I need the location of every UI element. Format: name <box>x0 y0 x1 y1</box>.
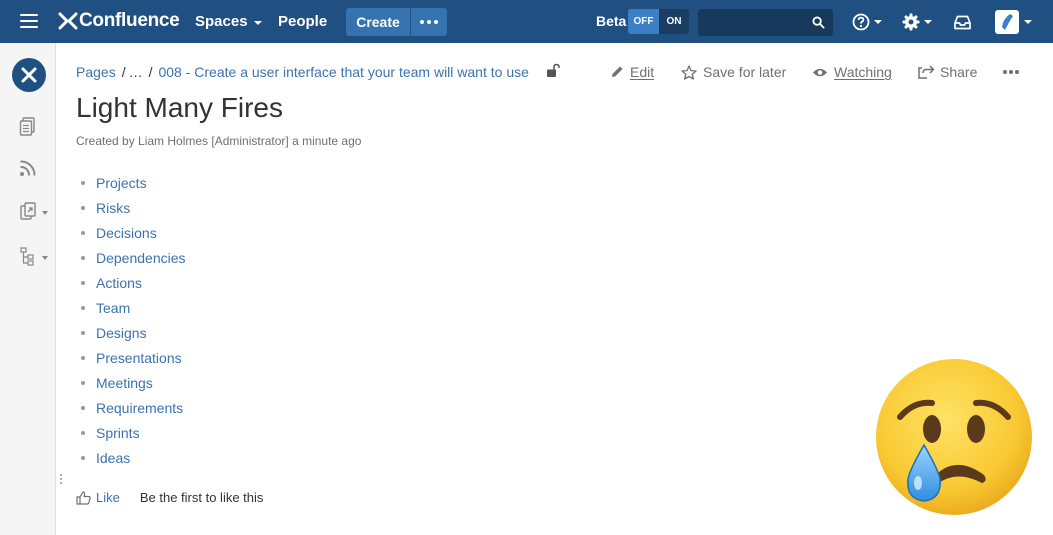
more-icon <box>1003 70 1007 74</box>
edit-button[interactable]: Edit <box>610 64 654 80</box>
search-box[interactable] <box>698 9 833 36</box>
breadcrumb-separator: / <box>148 64 153 80</box>
crying-face-emoji <box>876 359 1032 515</box>
link-actions[interactable]: Actions <box>96 275 142 291</box>
page-more-actions-button[interactable] <box>1003 70 1021 74</box>
link-risks[interactable]: Risks <box>96 200 130 216</box>
more-icon <box>420 20 424 24</box>
share-button[interactable]: Share <box>918 64 977 80</box>
edit-label: Edit <box>630 64 655 80</box>
chevron-down-icon <box>253 20 262 25</box>
notifications-icon <box>954 15 971 29</box>
list-item: Meetings <box>76 370 186 395</box>
thumbs-up-icon <box>76 490 91 505</box>
chevron-down-icon[interactable] <box>1024 20 1032 24</box>
list-item: Risks <box>76 195 186 220</box>
watching-label: Watching <box>834 64 892 80</box>
chevron-down-icon <box>924 20 932 24</box>
list-item: Designs <box>76 320 186 345</box>
link-meetings[interactable]: Meetings <box>96 375 153 391</box>
spaces-menu[interactable]: Spaces <box>195 13 262 30</box>
sidebar-resize-handle[interactable] <box>60 474 63 488</box>
page-byline: Created by Liam Holmes [Administrator] a… <box>76 134 362 148</box>
logo-text: Confluence <box>79 10 180 31</box>
shortcuts-icon[interactable] <box>18 201 38 221</box>
spaces-label: Spaces <box>195 13 248 30</box>
breadcrumb-pages-link[interactable]: Pages <box>76 64 116 80</box>
user-avatar-icon <box>1002 14 1013 30</box>
settings-menu[interactable] <box>902 11 932 33</box>
sidebar <box>0 43 56 535</box>
space-logo-icon <box>21 67 37 83</box>
pages-icon[interactable] <box>18 116 38 136</box>
user-avatar[interactable] <box>995 10 1019 34</box>
beta-label: Beta <box>596 13 627 29</box>
chevron-down-icon[interactable] <box>42 256 48 260</box>
pencil-icon <box>612 66 623 77</box>
help-icon <box>852 13 870 31</box>
beta-toggle[interactable]: OFF ON <box>628 9 689 34</box>
like-button[interactable]: Like <box>76 490 120 505</box>
toggle-on[interactable]: ON <box>659 9 689 34</box>
page-title: Light Many Fires <box>76 92 283 123</box>
top-navigation-bar: Confluence Spaces People Create Beta OFF… <box>0 0 1053 43</box>
search-icon[interactable] <box>812 16 825 29</box>
breadcrumb: Pages / … / 008 - Create a user interfac… <box>76 64 529 80</box>
unlocked-icon[interactable] <box>546 63 560 78</box>
page-link-list: Projects Risks Decisions Dependencies Ac… <box>76 170 186 470</box>
save-for-later-label: Save for later <box>703 64 787 80</box>
like-row: Like Be the first to like this <box>76 490 263 505</box>
list-item: Projects <box>76 170 186 195</box>
blog-feed-icon[interactable] <box>18 158 38 178</box>
link-presentations[interactable]: Presentations <box>96 350 182 366</box>
star-icon <box>681 64 697 80</box>
link-sprints[interactable]: Sprints <box>96 425 140 441</box>
space-logo[interactable] <box>12 58 46 92</box>
chevron-down-icon[interactable] <box>42 211 48 215</box>
breadcrumb-separator: / <box>121 64 126 80</box>
breadcrumb-ellipsis[interactable]: … <box>129 64 143 80</box>
search-input[interactable] <box>698 9 808 36</box>
link-requirements[interactable]: Requirements <box>96 400 183 416</box>
watching-button[interactable]: Watching <box>812 64 892 80</box>
like-label: Like <box>96 490 120 505</box>
hamburger-menu-icon[interactable] <box>20 14 38 28</box>
notifications-button[interactable] <box>954 11 971 33</box>
save-for-later-button[interactable]: Save for later <box>681 64 786 80</box>
page-tree-icon[interactable] <box>18 246 38 266</box>
toggle-off[interactable]: OFF <box>628 9 659 34</box>
list-item: Ideas <box>76 445 186 470</box>
link-designs[interactable]: Designs <box>96 325 147 341</box>
chevron-down-icon <box>874 20 882 24</box>
share-label: Share <box>940 64 978 80</box>
list-item: Team <box>76 295 186 320</box>
help-menu[interactable] <box>852 11 882 33</box>
share-icon <box>918 65 934 79</box>
people-label: People <box>278 13 328 30</box>
create-button[interactable]: Create <box>346 8 410 36</box>
link-dependencies[interactable]: Dependencies <box>96 250 186 266</box>
confluence-x-icon <box>58 12 78 30</box>
list-item: Presentations <box>76 345 186 370</box>
people-link[interactable]: People <box>278 13 327 30</box>
link-team[interactable]: Team <box>96 300 130 316</box>
create-more-button[interactable] <box>411 8 447 36</box>
list-item: Requirements <box>76 395 186 420</box>
eye-icon <box>813 68 827 76</box>
list-item: Decisions <box>76 220 186 245</box>
confluence-logo[interactable]: Confluence <box>58 9 180 33</box>
settings-icon <box>902 13 920 31</box>
link-projects[interactable]: Projects <box>96 175 147 191</box>
like-status-text: Be the first to like this <box>139 490 264 505</box>
link-decisions[interactable]: Decisions <box>96 225 157 241</box>
list-item: Actions <box>76 270 186 295</box>
breadcrumb-parent-link[interactable]: 008 - Create a user interface that your … <box>158 64 528 80</box>
link-ideas[interactable]: Ideas <box>96 450 130 466</box>
list-item: Sprints <box>76 420 186 445</box>
list-item: Dependencies <box>76 245 186 270</box>
